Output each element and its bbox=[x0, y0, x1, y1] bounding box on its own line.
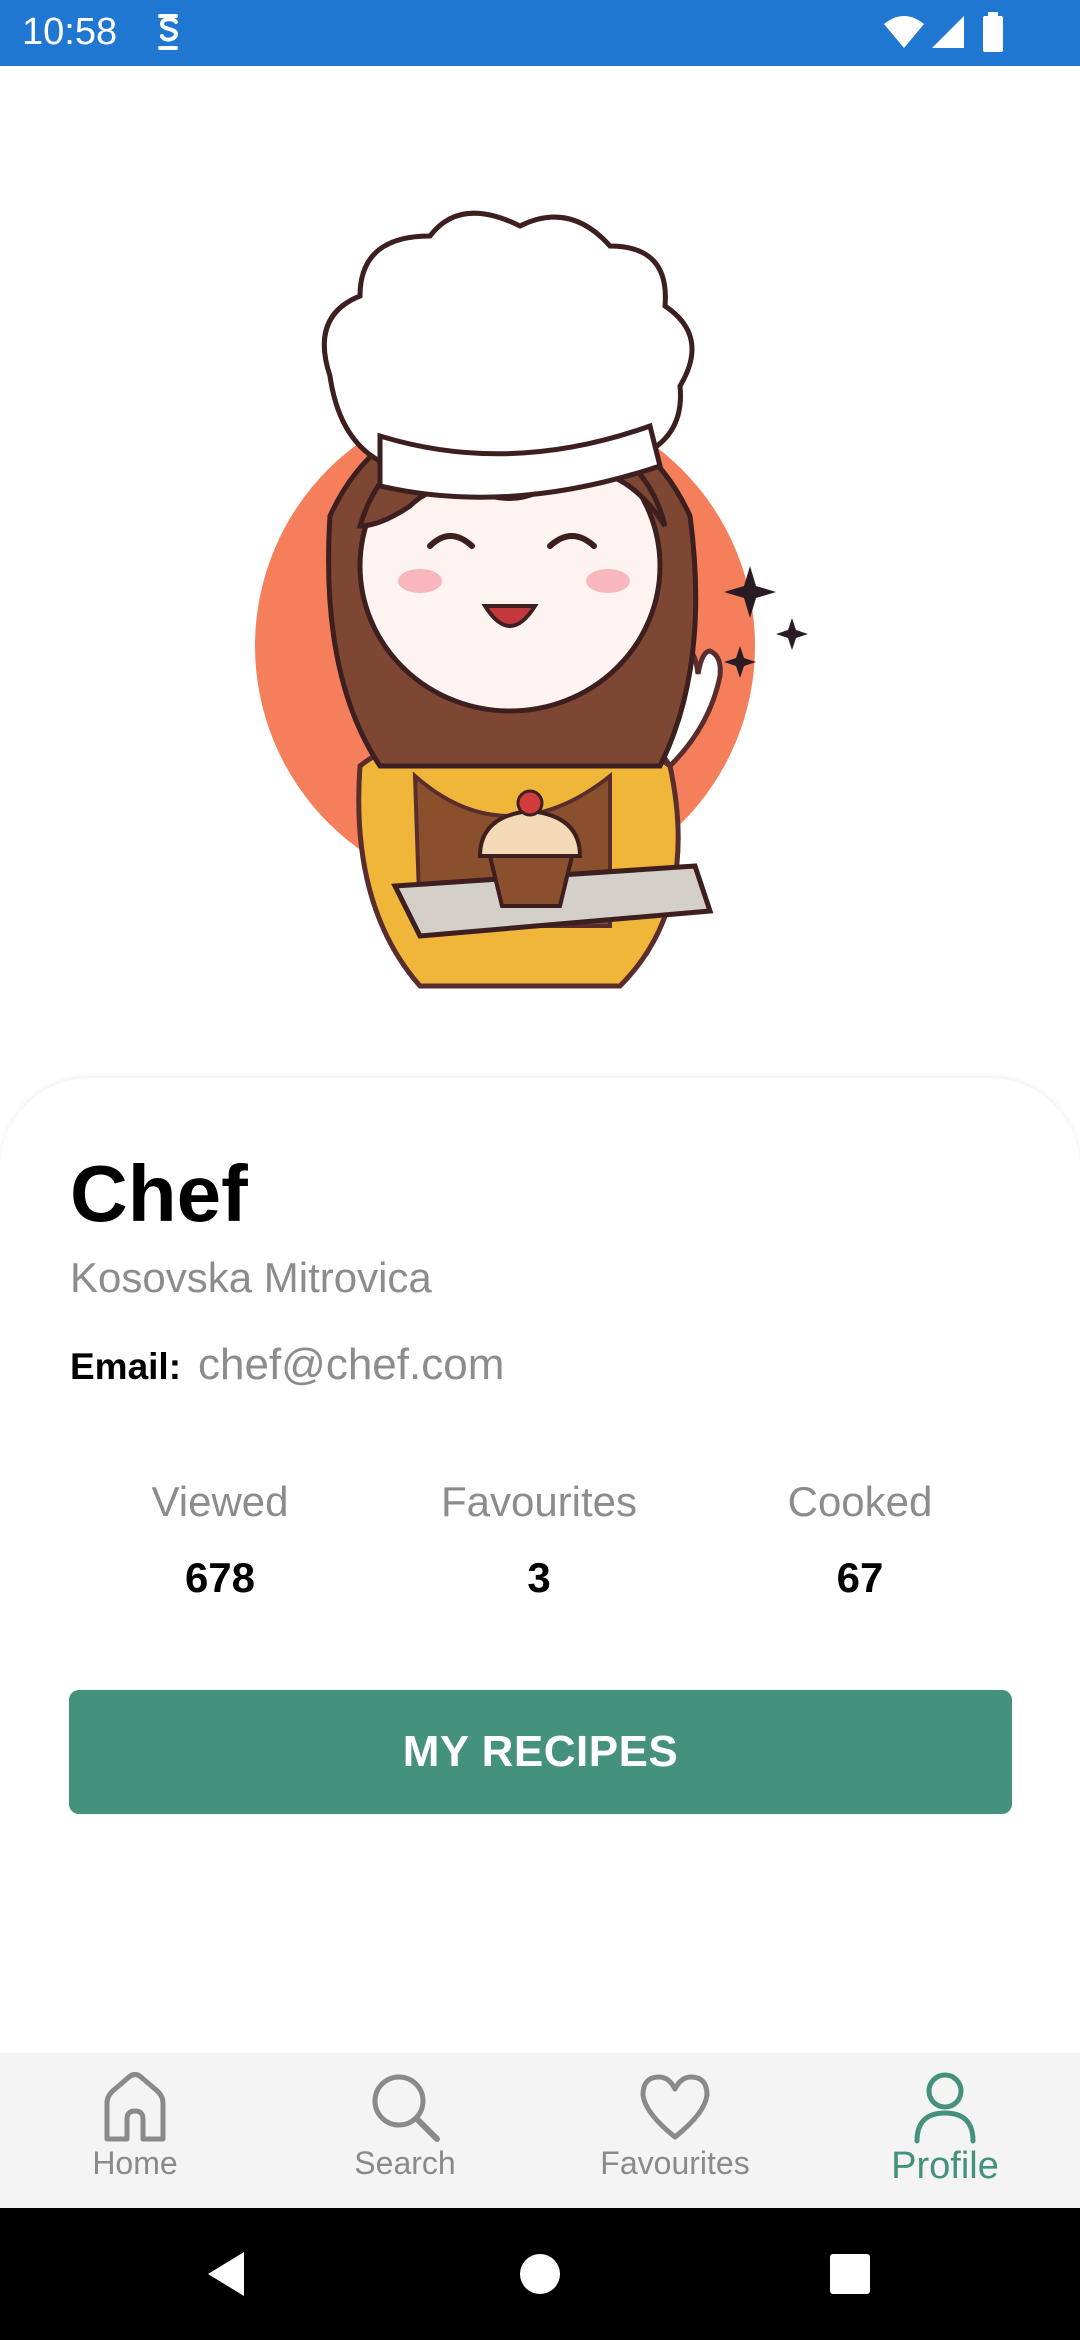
email-value: chef@chef.com bbox=[198, 1340, 505, 1389]
status-bar: 10:58 bbox=[0, 0, 1080, 66]
back-icon[interactable] bbox=[196, 2244, 256, 2304]
nav-item-favourites[interactable]: Favourites bbox=[540, 2053, 810, 2208]
recents-icon[interactable] bbox=[820, 2244, 880, 2304]
home-button-icon[interactable] bbox=[510, 2244, 570, 2304]
status-time: 10:58 bbox=[22, 11, 118, 53]
email-label: Email: bbox=[70, 1346, 182, 1387]
nav-label: Profile bbox=[891, 2145, 999, 2187]
wifi-icon bbox=[884, 16, 924, 48]
nav-item-search[interactable]: Search bbox=[270, 2053, 540, 2208]
profile-illustration bbox=[0, 66, 1080, 1096]
system-navigation-bar bbox=[0, 2208, 1080, 2340]
nav-item-home[interactable]: Home bbox=[0, 2053, 270, 2208]
search-icon bbox=[372, 2074, 440, 2142]
stat-label: Viewed bbox=[151, 1478, 289, 1525]
stat-value: 3 bbox=[527, 1554, 551, 1601]
stat-viewed: Viewed 678 bbox=[60, 1478, 380, 1602]
chef-avatar-illustration bbox=[255, 210, 808, 989]
nav-item-profile[interactable]: Profile bbox=[810, 2053, 1080, 2208]
profile-location: Kosovska Mitrovica bbox=[70, 1254, 432, 1301]
nav-label: Favourites bbox=[600, 2145, 750, 2181]
heart-icon bbox=[640, 2074, 710, 2140]
profile-name: Chef bbox=[70, 1149, 248, 1238]
signal-icon bbox=[932, 16, 964, 48]
stat-label: Favourites bbox=[440, 1478, 638, 1525]
stat-label: Cooked bbox=[787, 1478, 933, 1525]
stat-value: 67 bbox=[836, 1554, 884, 1601]
sync-icon bbox=[158, 14, 179, 50]
person-icon bbox=[914, 2072, 976, 2144]
my-recipes-button[interactable]: MY RECIPES bbox=[69, 1690, 1012, 1814]
stat-cooked: Cooked 67 bbox=[700, 1478, 1020, 1602]
stat-value: 678 bbox=[184, 1554, 256, 1601]
stat-favourites: Favourites 3 bbox=[379, 1478, 699, 1602]
nav-label: Home bbox=[92, 2145, 178, 2181]
home-icon bbox=[104, 2072, 166, 2142]
nav-label: Search bbox=[354, 2145, 456, 2181]
bottom-navigation: Home Search Favourites Profile bbox=[0, 2053, 1080, 2208]
battery-icon bbox=[983, 12, 1003, 52]
